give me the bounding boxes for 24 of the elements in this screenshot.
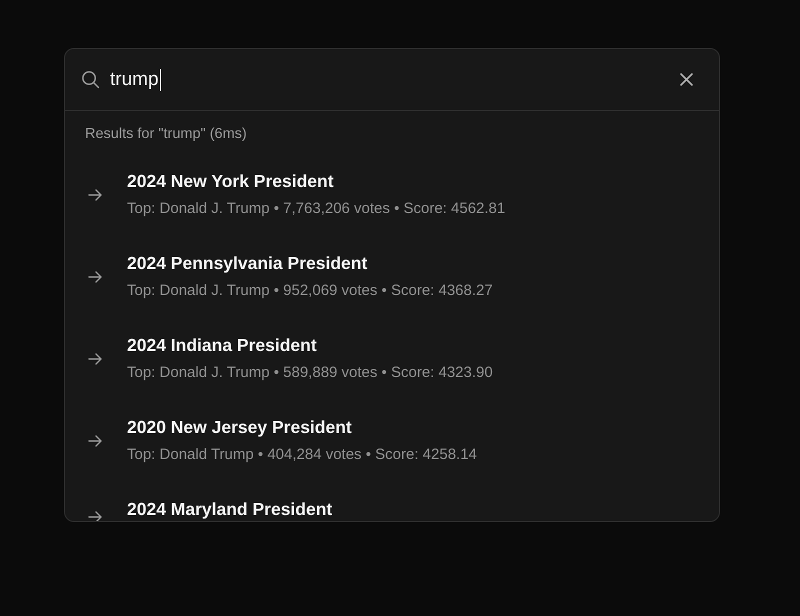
result-title: 2024 Indiana President [127, 334, 317, 357]
result-details: Top: Donald Trump • 404,284 votes • Score: 4258.14 [127, 445, 477, 465]
text-caret-icon [160, 68, 162, 90]
result-item[interactable]: 2024 Pennsylvania President Top: Donald J. Trump • 952,069 votes • Score: 4368.27 [65, 236, 719, 318]
arrow-right-icon [88, 188, 102, 200]
search-field[interactable]: trump [110, 66, 676, 92]
result-details: Top: Donald J. Trump • 589,889 votes • Score: 4323.90 [127, 363, 493, 383]
arrow-right-icon [88, 434, 102, 446]
result-details: Top: Donald J. Trump • 7,763,206 votes • Score: 4562.81 [127, 199, 506, 219]
results-summary: Results for "trump" (6ms) [84, 125, 247, 144]
result-title: 2024 Pennsylvania President [127, 252, 368, 275]
search-icon [81, 70, 100, 89]
arrow-right-icon [88, 352, 102, 364]
result-item[interactable]: 2024 Indiana President Top: Donald J. Trump • 589,889 votes • Score: 4323.90 [65, 318, 719, 400]
result-item[interactable]: 2024 New York President Top: Donald J. Trump • 7,763,206 votes • Score: 4562.81 [65, 154, 719, 236]
arrow-right-icon [88, 511, 102, 521]
arrow-right-icon [88, 270, 102, 282]
result-item[interactable]: 2020 New Jersey President Top: Donald Trump • 404,284 votes • Score: 4258.14 [65, 400, 719, 482]
close-icon [680, 73, 693, 86]
result-item[interactable]: 2024 Maryland President [65, 482, 719, 521]
result-title: 2020 New Jersey President [127, 416, 352, 439]
result-details: Top: Donald J. Trump • 952,069 votes • Score: 4368.27 [127, 281, 493, 301]
result-title: 2024 New York President [127, 170, 334, 193]
result-title: 2024 Maryland President [127, 498, 332, 521]
